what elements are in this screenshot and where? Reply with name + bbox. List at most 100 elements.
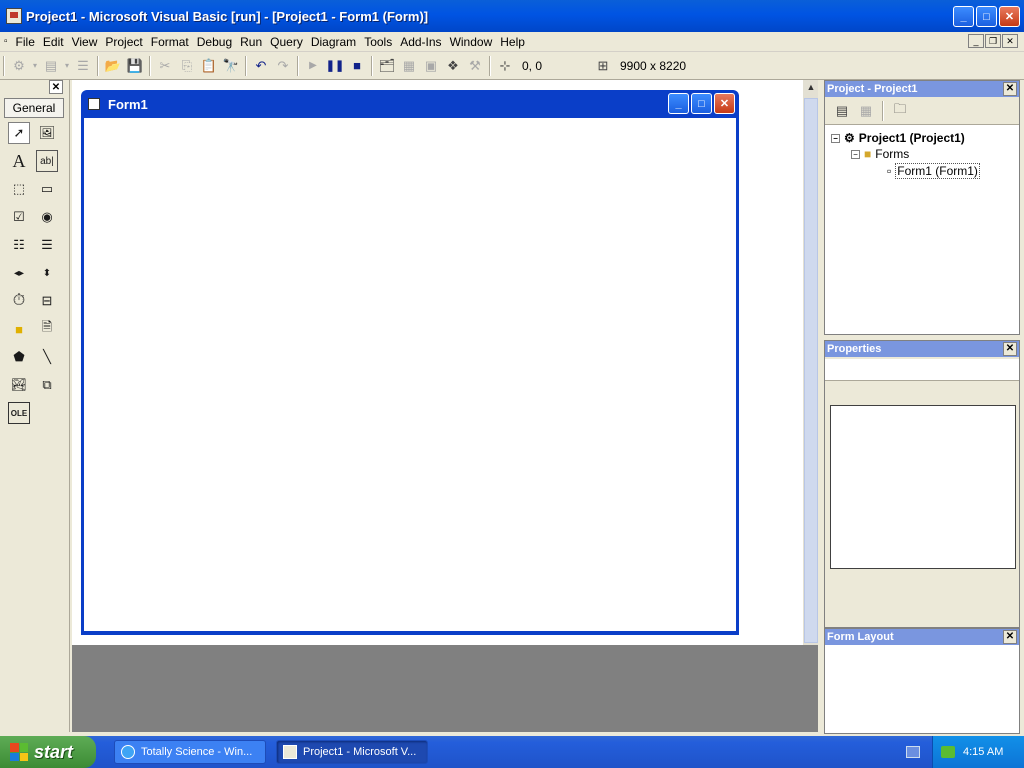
dropdown-arrow-icon[interactable]: ▾ (30, 55, 40, 77)
menu-diagram[interactable]: Diagram (307, 32, 360, 52)
mdi-child-icon[interactable]: ▫ (0, 32, 12, 52)
tree-item-forms[interactable]: − ■ Forms (851, 147, 909, 161)
close-button[interactable]: ✕ (999, 6, 1020, 27)
tree-item-project[interactable]: − ⚙ Project1 (Project1) (831, 131, 965, 145)
label-tool-icon[interactable]: A (8, 150, 30, 172)
collapse-icon[interactable]: − (851, 149, 860, 159)
redo-icon[interactable]: ↷ (272, 55, 294, 77)
form-maximize-button[interactable]: □ (691, 93, 712, 114)
find-icon[interactable]: 🔭 (220, 55, 242, 77)
view-code-icon[interactable]: ▤ (831, 100, 853, 122)
form-icon[interactable] (88, 98, 100, 110)
menu-edit[interactable]: Edit (39, 32, 68, 52)
properties-grid[interactable] (830, 405, 1016, 569)
form-layout-icon[interactable]: ▣ (420, 55, 442, 77)
save-project-icon[interactable]: 💾 (124, 55, 146, 77)
start-label: start (34, 741, 74, 762)
scrollbar-thumb[interactable] (804, 98, 818, 643)
dropdown-arrow-icon[interactable]: ▾ (62, 55, 72, 77)
form-client-area[interactable] (84, 118, 736, 631)
form-layout-close-button[interactable]: ✕ (1003, 630, 1017, 644)
toolbox-icon[interactable]: ⚒ (464, 55, 486, 77)
mdi-minimize-button[interactable]: _ (968, 34, 984, 48)
textbox-tool-icon[interactable]: ab| (36, 150, 58, 172)
menu-project[interactable]: Project (101, 32, 146, 52)
menu-run[interactable]: Run (236, 32, 266, 52)
end-icon[interactable]: ■ (346, 55, 368, 77)
menu-window[interactable]: Window (446, 32, 497, 52)
data-tool-icon[interactable]: ⧉ (36, 374, 58, 396)
properties-close-button[interactable]: ✕ (1003, 342, 1017, 356)
menu-format[interactable]: Format (147, 32, 193, 52)
taskbar-item-ie[interactable]: Totally Science - Win... (114, 740, 266, 764)
menu-debug[interactable]: Debug (193, 32, 236, 52)
form-minimize-button[interactable]: _ (668, 93, 689, 114)
timer-tool-icon[interactable]: ⏱ (8, 290, 30, 312)
shape-tool-icon[interactable]: ⬟ (8, 346, 30, 368)
designer-vertical-scrollbar[interactable]: ▲ (802, 80, 818, 645)
break-icon[interactable]: ❚❚ (324, 55, 346, 77)
filelistbox-tool-icon[interactable]: 🗎 (36, 318, 58, 340)
keyboard-icon[interactable] (906, 746, 920, 758)
toggle-folders-icon[interactable]: 🗀 (889, 100, 911, 122)
line-tool-icon[interactable]: ╲ (36, 346, 58, 368)
paste-icon[interactable]: 📋 (198, 55, 220, 77)
cut-icon[interactable]: ✂ (154, 55, 176, 77)
properties-window-icon[interactable]: ▦ (398, 55, 420, 77)
vb-app-icon[interactable] (6, 8, 22, 24)
toolbox-tab-general[interactable]: General (4, 98, 64, 118)
toolbox-close-button[interactable]: ✕ (49, 80, 63, 94)
title-bar[interactable]: Project1 - Microsoft Visual Basic [run] … (0, 0, 1024, 32)
internet-explorer-icon (121, 745, 135, 759)
combobox-tool-icon[interactable]: ☷ (8, 234, 30, 256)
menu-tools[interactable]: Tools (360, 32, 396, 52)
menu-add-ins[interactable]: Add-Ins (396, 32, 445, 52)
minimize-button[interactable]: _ (953, 6, 974, 27)
project-explorer-icon[interactable]: 🗂 (376, 55, 398, 77)
scroll-up-icon[interactable]: ▲ (805, 82, 817, 96)
toolbar-grip[interactable] (3, 55, 5, 76)
form-title-bar[interactable]: Form1 _ □ ✕ (84, 90, 736, 118)
menu-bar: ▫ File Edit View Project Format Debug Ru… (0, 32, 1024, 52)
taskbar-item-vb[interactable]: Project1 - Microsoft V... (276, 740, 428, 764)
hscrollbar-tool-icon[interactable]: ◂▸ (8, 262, 30, 284)
form-close-button[interactable]: ✕ (714, 93, 735, 114)
open-project-icon[interactable]: 📂 (102, 55, 124, 77)
menu-editor-icon[interactable]: ☰ (72, 55, 94, 77)
image-tool-icon[interactable]: 🏞 (8, 374, 30, 396)
mdi-restore-button[interactable]: ❐ (985, 34, 1001, 48)
vscrollbar-tool-icon[interactable]: ⬍ (36, 262, 58, 284)
network-icon[interactable] (941, 746, 955, 758)
collapse-icon[interactable]: − (831, 133, 840, 143)
start-button[interactable]: start (0, 736, 96, 768)
menu-file[interactable]: File (12, 32, 39, 52)
optionbutton-tool-icon[interactable]: ◉ (36, 206, 58, 228)
mdi-close-button[interactable]: ✕ (1002, 34, 1018, 48)
picturebox-tool-icon[interactable]: 🖼 (36, 122, 58, 144)
menu-query[interactable]: Query (266, 32, 307, 52)
project-explorer-close-button[interactable]: ✕ (1003, 82, 1017, 96)
start-icon[interactable]: ▶ (302, 55, 324, 77)
menu-help[interactable]: Help (496, 32, 529, 52)
tree-item-form1[interactable]: ▫ Form1 (Form1) (887, 163, 980, 179)
frame-tool-icon[interactable]: ⬚ (8, 178, 30, 200)
dirlistbox-tool-icon[interactable]: ■ (8, 318, 30, 340)
maximize-button[interactable]: □ (976, 6, 997, 27)
drivelistbox-tool-icon[interactable]: ⊟ (36, 290, 58, 312)
object-browser-icon[interactable]: ❖ (442, 55, 464, 77)
undo-icon[interactable]: ↶ (250, 55, 272, 77)
pointer-tool-icon[interactable]: ➚ (8, 122, 30, 144)
copy-icon[interactable]: ⎘ (176, 55, 198, 77)
commandbutton-tool-icon[interactable]: ▭ (36, 178, 58, 200)
object-selector-combo[interactable] (825, 359, 1019, 381)
menu-view[interactable]: View (68, 32, 102, 52)
view-object-icon[interactable]: ▦ (855, 100, 877, 122)
add-form-icon[interactable]: ▤ (40, 55, 62, 77)
clock[interactable]: 4:15 AM (963, 746, 1003, 758)
listbox-tool-icon[interactable]: ☰ (36, 234, 58, 256)
form1-window[interactable]: Form1 _ □ ✕ (81, 90, 739, 635)
add-project-icon[interactable]: ⚙ (8, 55, 30, 77)
window-title: Project1 - Microsoft Visual Basic [run] … (26, 8, 429, 24)
checkbox-tool-icon[interactable]: ☑ (8, 206, 30, 228)
ole-tool-icon[interactable]: OLE (8, 402, 30, 424)
